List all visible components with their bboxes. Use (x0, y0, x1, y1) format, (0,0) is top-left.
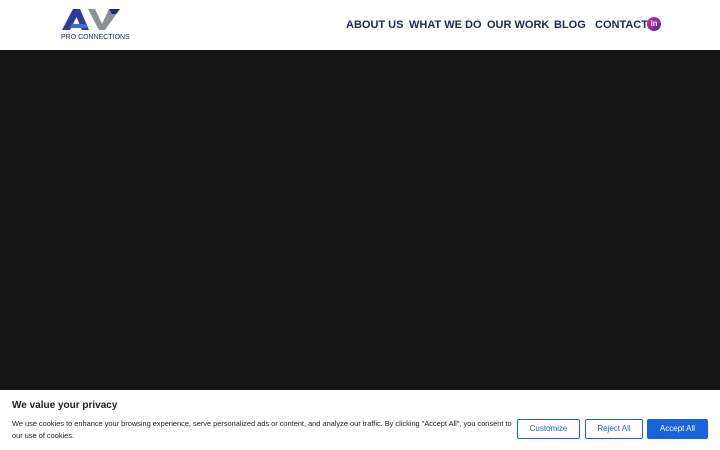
customize-button[interactable]: Customize (517, 419, 580, 439)
page: PRO CONNECTIONS ABOUT US WHAT WE DO OUR … (0, 0, 720, 450)
reject-all-button[interactable]: Reject All (585, 419, 643, 439)
nav-blog[interactable]: BLOG (554, 18, 586, 32)
accept-all-button[interactable]: Accept All (647, 419, 708, 439)
nav-our-work[interactable]: OUR WORK (487, 18, 549, 32)
nav-about-us[interactable]: ABOUT US (346, 18, 403, 32)
linkedin-icon[interactable]: in (647, 17, 661, 31)
nav-what-we-do[interactable]: WHAT WE DO (409, 18, 482, 32)
nav-contact[interactable]: CONTACT (595, 18, 648, 32)
cookie-message: We use cookies to enhance your browsing … (12, 419, 512, 440)
cookie-consent-banner: We value your privacy We use cookies to … (0, 390, 720, 450)
cookie-title: We value your privacy (12, 400, 118, 411)
av-logo-mark (62, 9, 120, 30)
site-header: PRO CONNECTIONS ABOUT US WHAT WE DO OUR … (0, 0, 720, 50)
logo-text: PRO CONNECTIONS (61, 32, 130, 41)
site-logo[interactable]: PRO CONNECTIONS (60, 8, 130, 44)
